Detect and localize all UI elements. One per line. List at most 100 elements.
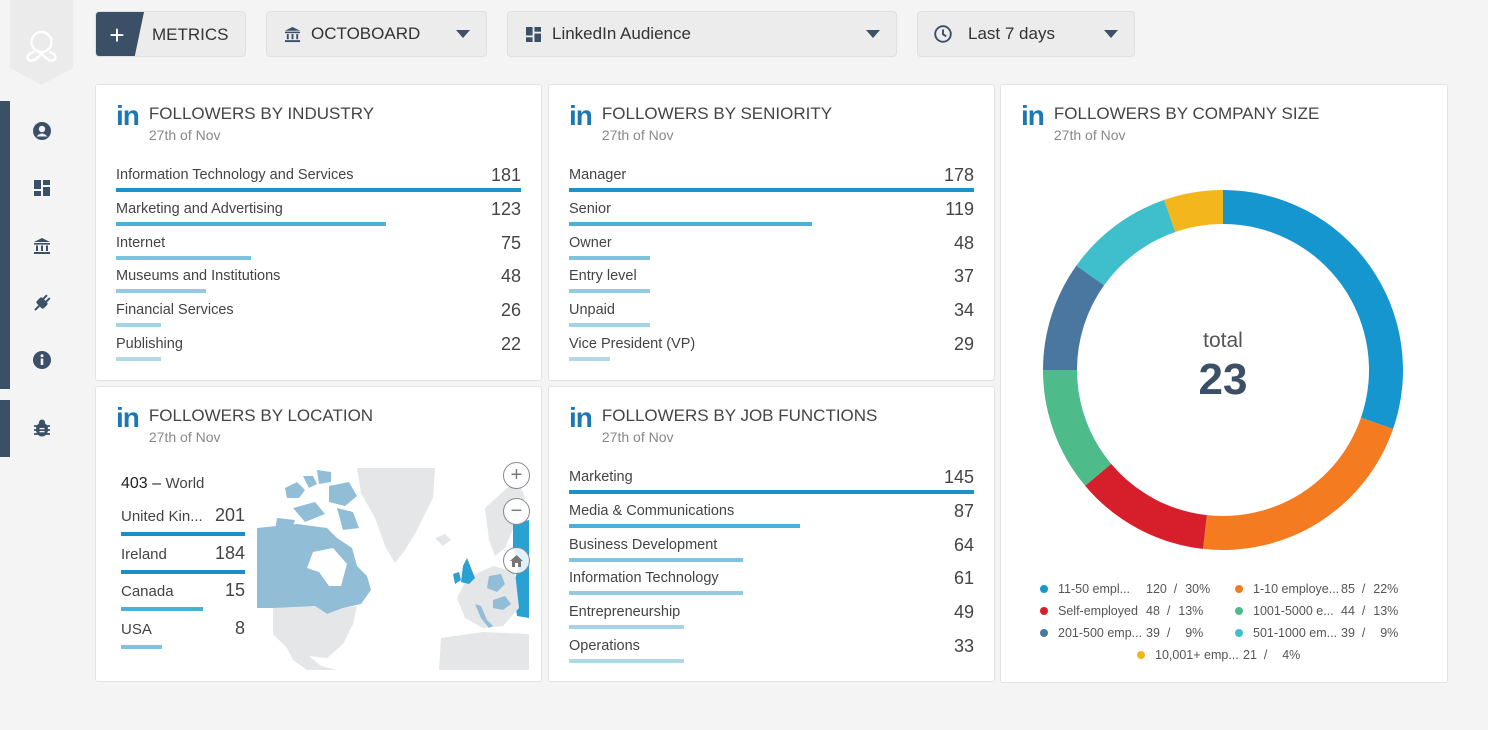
item-bar [569,557,743,562]
item-bar [116,188,521,192]
clock-icon [934,25,952,43]
item-label: Entrepreneurship [569,604,681,621]
location-value: 201 [214,505,245,525]
legend-label: 1-10 employe... [1253,582,1340,596]
sidebar-item-integrations[interactable] [31,292,53,314]
bank-icon [34,238,50,254]
organization-dropdown[interactable]: OCTOBOARD [266,11,487,57]
legend-dot [1040,607,1048,615]
list-item[interactable]: Museums and Institutions 48 [116,264,521,298]
location-value: 8 [234,617,245,638]
list-item[interactable]: Entry level 37 [569,264,974,298]
item-bar [569,591,743,596]
item-value: 48 [953,232,974,253]
widget-title: FOLLOWERS BY LOCATION [148,406,374,425]
legend-value: 48 / 13% [1146,604,1203,618]
map-home-button[interactable] [503,547,530,574]
legend-count: 39 [1146,626,1160,640]
bar-list: Information Technology and Services 181 Ma… [116,163,521,366]
list-item[interactable]: Entrepreneurship 49 [569,600,974,634]
list-item[interactable]: Publishing 22 [116,332,521,366]
bar-list: Manager 178 Senior 119 Owner 48 Entry level 37 U… [569,163,974,366]
legend-item[interactable]: 10,001+ emp... 21 / 4% [1137,648,1300,662]
list-item[interactable]: Marketing 145 [569,465,974,499]
legend-percent: 4% [1282,648,1301,662]
list-item[interactable]: Information Technology 61 [569,566,974,600]
legend-separator: / [1159,604,1178,618]
widget-title: FOLLOWERS BY JOB FUNCTIONS [601,406,878,425]
plus-icon: + [96,12,144,56]
location-label: Ireland [121,545,167,563]
location-item[interactable]: Canada 15 [121,578,245,616]
list-item[interactable]: Marketing and Advertising 123 [116,197,521,231]
item-bar [569,255,650,260]
legend-label: 11-50 empl... [1058,582,1131,596]
location-total: 403 – World [121,475,205,492]
sidebar-item-organizations[interactable] [31,235,53,257]
legend-label: 501-1000 em... [1253,626,1338,640]
dashboard-dropdown[interactable]: LinkedIn Audience [507,11,897,57]
plug-icon [34,294,51,311]
map-zoom-out-button[interactable]: − [503,498,530,525]
legend-value: 39 / 9% [1341,626,1398,640]
location-label: Canada [121,583,174,600]
location-item[interactable]: United Kin... 201 [121,503,245,541]
legend-item[interactable]: 501-1000 em... 39 / 9% [1235,626,1398,640]
dashboard-grid-icon [34,180,50,196]
list-item[interactable]: Manager 178 [569,163,974,197]
linkedin-icon: in [569,402,593,433]
location-item[interactable]: Ireland 184 [121,541,245,579]
dashboard-label: LinkedIn Audience [552,24,691,43]
sidebar-item-dashboards[interactable] [31,177,53,199]
location-value: 184 [214,542,245,563]
item-value: 87 [953,500,974,521]
list-item[interactable]: Business Development 64 [569,533,974,567]
location-bar [121,644,162,649]
world-map[interactable] [257,468,529,670]
sidebar-item-info[interactable] [31,349,53,371]
add-metrics-button[interactable]: + METRICS [95,11,246,57]
legend-item[interactable]: 201-500 emp... 39 / 9% [1040,626,1203,640]
item-value: 22 [500,333,521,354]
period-dropdown[interactable]: Last 7 days [917,11,1135,57]
list-item[interactable]: Unpaid 34 [569,298,974,332]
location-label: USA [121,620,152,638]
legend-item[interactable]: 1001-5000 e... 44 / 13% [1235,604,1398,618]
widget-title: FOLLOWERS BY COMPANY SIZE [1053,104,1320,123]
list-item[interactable]: Operations 33 [569,634,974,668]
legend-count: 48 [1146,604,1160,618]
list-item[interactable]: Senior 119 [569,197,974,231]
item-value: 33 [953,635,974,656]
list-item[interactable]: Owner 48 [569,231,974,265]
sidebar-item-report-bug[interactable] [31,417,53,439]
widget-followers-by-location: in FOLLOWERS BY LOCATION 27th of Nov 403… [95,386,542,682]
home-icon [510,554,523,567]
list-item[interactable]: Vice President (VP) 29 [569,332,974,366]
widget-followers-by-job-functions: in FOLLOWERS BY JOB FUNCTIONS 27th of No… [548,386,995,682]
location-total-label: World [165,475,205,492]
legend-item[interactable]: 1-10 employe... 85 / 22% [1235,582,1398,596]
legend-dot [1235,585,1243,593]
octoboard-logo[interactable] [10,0,73,85]
legend-item[interactable]: 11-50 empl... 120 / 30% [1040,582,1210,596]
legend-label: 1001-5000 e... [1253,604,1334,618]
list-item[interactable]: Media & Communications 87 [569,499,974,533]
widget-followers-by-industry: in FOLLOWERS BY INDUSTRY 27th of Nov Inf… [95,84,542,381]
location-bar [121,607,203,611]
item-value: 61 [953,568,974,589]
sidebar-item-profile[interactable] [31,120,53,142]
widget-date: 27th of Nov [1053,127,1126,143]
legend-item[interactable]: Self-employed 48 / 13% [1040,604,1203,618]
item-bar [569,221,812,226]
legend-separator: / [1354,626,1373,640]
list-item[interactable]: Information Technology and Services 181 [116,163,521,197]
legend-percent: 30% [1185,582,1211,596]
linkedin-icon: in [116,100,140,131]
item-bar [569,188,974,192]
location-item[interactable]: USA 8 [121,616,245,654]
legend-count: 120 [1146,582,1167,596]
dashboard-grid-icon [524,25,542,43]
list-item[interactable]: Internet 75 [116,231,521,265]
list-item[interactable]: Financial Services 26 [116,298,521,332]
map-zoom-in-button[interactable]: + [503,462,530,489]
